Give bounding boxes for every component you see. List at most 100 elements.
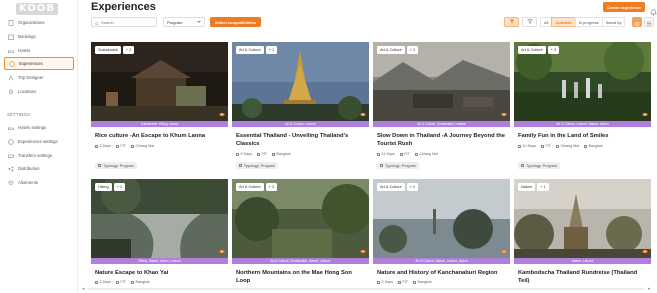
compass-icon xyxy=(9,60,15,67)
sidebar-item-bookings[interactable]: Bookings xyxy=(4,30,74,43)
status-in-progress[interactable]: In progress xyxy=(574,17,603,27)
category-tag: Art & Culture xyxy=(377,46,405,54)
location: Chiang Mai xyxy=(556,144,579,148)
more-tags-badge[interactable]: + 3 xyxy=(547,46,560,54)
experience-card[interactable]: Nature + 1 Nature, Leisure Kambodscha Th… xyxy=(514,179,651,287)
scroll-right-icon[interactable]: ▸ xyxy=(648,286,651,292)
category-band: Art & Culture, Sustainable, Nature, Leis… xyxy=(232,258,369,264)
tag-icon xyxy=(239,164,242,167)
more-tags-badge[interactable]: + 1 xyxy=(537,183,549,191)
experience-image: Art & Culture + 3 xyxy=(514,42,651,121)
search-input[interactable] xyxy=(101,19,155,25)
sidebar-item-organizations[interactable]: Organizations xyxy=(4,16,74,29)
eye-icon[interactable] xyxy=(501,249,507,254)
more-tags-badge[interactable]: + 1 xyxy=(265,46,278,54)
duration: 10 Days xyxy=(518,144,536,148)
sidebar-item-allotments[interactable]: Allotments xyxy=(4,176,74,189)
experience-card[interactable]: Art & Culture + 1 Art & Culture, Leisure… xyxy=(232,42,369,175)
chevron-down-icon xyxy=(197,21,201,23)
experience-title[interactable]: Family Fun in the Land of Smiles xyxy=(518,132,648,140)
travel-type: FIT xyxy=(397,280,408,284)
experience-image: Art & Culture + 3 xyxy=(232,179,369,258)
sidebar-item-distribution[interactable]: Distribution xyxy=(4,162,74,175)
experience-title[interactable]: Northern Mountains on the Mae Hong Son Lo… xyxy=(236,269,366,285)
sidebar-item-label: Trip Designer xyxy=(18,75,44,80)
more-tags-badge[interactable]: + 2 xyxy=(122,46,135,54)
more-tags-badge[interactable]: + 3 xyxy=(265,183,278,191)
clock-icon xyxy=(236,152,239,156)
person-icon xyxy=(397,280,401,284)
filter-button[interactable] xyxy=(504,17,519,27)
status-stand-by[interactable]: Stand by xyxy=(601,17,626,27)
experience-card[interactable]: Art & Culture + 2 Art & Culture, Sustain… xyxy=(373,42,510,175)
travel-type: FIT xyxy=(115,144,126,148)
horizontal-scrollbar[interactable] xyxy=(88,288,645,290)
app-logo[interactable]: KOOB xyxy=(16,3,58,15)
experience-card[interactable]: Art & Culture + 2 Art & Culture, Nature,… xyxy=(373,179,510,287)
experience-meta: 9 Days FIT Bangkok xyxy=(236,152,291,156)
experience-card[interactable]: Sustainable + 2 Sustainable, Hiking, Act… xyxy=(91,42,228,175)
bed-icon xyxy=(8,125,14,131)
experience-title[interactable]: Nature and History of Kanchanaburi Regio… xyxy=(377,269,507,277)
eye-icon[interactable] xyxy=(219,112,225,117)
experience-card[interactable]: Hiking + 1 Hiking, Nature, Action, Leisu… xyxy=(91,179,228,287)
experience-title[interactable]: Kambodscha Thailand Rundreise (Thailand T… xyxy=(518,269,648,285)
category-tag: Nature xyxy=(518,183,536,191)
advanced-filter-button[interactable] xyxy=(522,17,537,27)
sidebar-item-trip-designer[interactable]: Trip Designer xyxy=(4,71,74,84)
experience-card[interactable]: Art & Culture + 3 Art & Culture, Leisure… xyxy=(514,42,651,175)
experience-title[interactable]: Nature Escape to Khao Yai xyxy=(95,269,225,277)
category-band: Sustainable, Hiking, Action xyxy=(91,121,228,127)
car-icon xyxy=(8,153,14,159)
sidebar-item-label: Experiences settings xyxy=(18,139,58,144)
more-tags-badge[interactable]: + 2 xyxy=(406,183,419,191)
experience-image: Art & Culture + 2 xyxy=(373,179,510,258)
list-view-button[interactable] xyxy=(644,17,654,27)
create-experience-button[interactable]: Create experience xyxy=(603,2,645,12)
tag-row: Art & Culture + 1 xyxy=(236,46,278,54)
eye-icon[interactable] xyxy=(642,249,648,254)
eye-icon[interactable] xyxy=(642,112,648,117)
select-compatibilities-button[interactable]: Select compatibilities xyxy=(210,17,261,27)
eye-icon[interactable] xyxy=(219,249,225,254)
tag-row: Hiking + 1 xyxy=(95,183,125,191)
bell-icon[interactable] xyxy=(650,3,657,16)
sidebar-item-hotels-settings[interactable]: Hotels settings xyxy=(4,121,74,134)
experience-title[interactable]: Slow Down in Thailand -A Journey Beyond … xyxy=(377,132,507,148)
eye-icon[interactable] xyxy=(360,249,366,254)
experience-meta: 3 Days FIT Chiang Mai xyxy=(95,144,154,148)
grid-view-button[interactable] xyxy=(632,17,642,27)
sidebar-item-locations[interactable]: Locations xyxy=(4,85,74,98)
sidebar-item-transfers-settings[interactable]: Transfers settings xyxy=(4,149,74,162)
sidebar-item-experiences-settings[interactable]: Experiences settings xyxy=(4,135,74,148)
sidebar-item-hotels[interactable]: Hotels xyxy=(4,44,74,57)
more-tags-badge[interactable]: + 2 xyxy=(406,46,419,54)
clock-icon xyxy=(377,152,380,156)
experience-card[interactable]: Art & Culture + 3 Art & Culture, Sustain… xyxy=(232,179,369,287)
category-band: Art & Culture, Nature, Leisure, Action xyxy=(373,258,510,264)
experience-title[interactable]: Rice culture -An Escape to Khum Lanna xyxy=(95,132,225,140)
sidebar-item-experiences[interactable]: Experiences xyxy=(4,57,74,70)
person-icon xyxy=(256,152,260,156)
tag-row: Art & Culture + 3 xyxy=(518,46,560,54)
filter-icon xyxy=(526,19,533,25)
status-available[interactable]: Available xyxy=(551,17,576,27)
flag-icon xyxy=(584,144,588,148)
category-tag: Art & Culture xyxy=(518,46,546,54)
duration: 3 Days xyxy=(95,144,111,148)
pin-icon xyxy=(413,280,417,284)
eye-icon[interactable] xyxy=(501,112,507,117)
program-select[interactable]: Program xyxy=(163,17,205,27)
sidebar-item-label: Experiences xyxy=(19,61,43,66)
experience-title[interactable]: Essential Thailand - Unveiling Thailand'… xyxy=(236,132,366,148)
typology-badge: Typology: Program xyxy=(95,162,137,169)
eye-icon[interactable] xyxy=(360,112,366,117)
filter-icon xyxy=(509,19,515,25)
location: Bangkok xyxy=(584,144,603,148)
person-icon xyxy=(115,144,119,148)
scroll-left-icon[interactable]: ◂ xyxy=(82,286,85,292)
more-tags-badge[interactable]: + 1 xyxy=(113,183,125,191)
category-tag: Sustainable xyxy=(95,46,121,54)
search-icon xyxy=(95,13,99,31)
settings-section-label: SETTINGS xyxy=(7,112,31,117)
